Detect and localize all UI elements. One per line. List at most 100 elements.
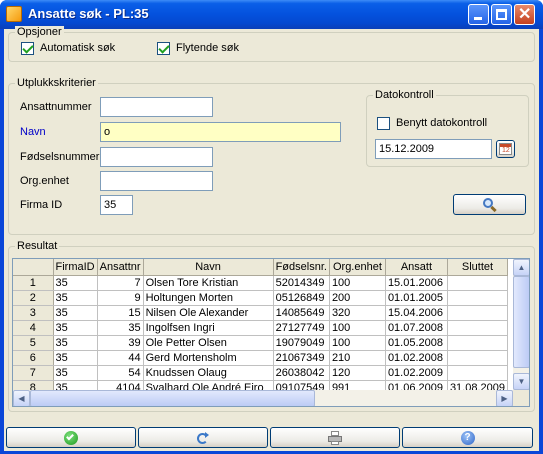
floating-search-checkbox[interactable]: [157, 42, 170, 55]
org-unit-label: Org.enhet: [20, 175, 69, 187]
vertical-scrollbar[interactable]: ▲ ▼: [513, 259, 529, 390]
cell-ended: [447, 365, 509, 381]
table-row[interactable]: 4 35 35 Ingolfsen Ingri 27127749 100 01.07.200…: [13, 320, 509, 336]
cell-hired: 15.01.2006: [385, 275, 448, 291]
table-row[interactable]: 1 35 7 Olsen Tore Kristian 52014349 100 15.01.…: [13, 275, 509, 291]
cell-row-number[interactable]: 1: [13, 275, 54, 291]
column-header-company-id[interactable]: FirmaID: [53, 259, 98, 276]
cell-org-unit: 320: [329, 305, 386, 321]
cell-employee-number: 9: [97, 290, 144, 306]
cell-company-id: 35: [53, 365, 98, 381]
cell-birth-number: 21067349: [273, 350, 330, 366]
cell-company-id: 35: [53, 350, 98, 366]
automatic-search-label[interactable]: Automatisk søk: [40, 42, 115, 55]
ok-button[interactable]: [6, 427, 136, 448]
refresh-icon: [196, 431, 210, 445]
close-button[interactable]: ✕: [514, 4, 535, 25]
cell-birth-number: 52014349: [273, 275, 330, 291]
results-grid[interactable]: FirmaID Ansattnr Navn Fødselsnr. Org.enh…: [12, 258, 530, 407]
cell-row-number[interactable]: 3: [13, 305, 54, 321]
company-id-field[interactable]: 35: [100, 195, 133, 215]
help-icon: ?: [460, 431, 475, 445]
cell-hired: 01.07.2008: [385, 320, 448, 336]
magnifier-icon: [483, 198, 497, 213]
search-button[interactable]: [453, 194, 526, 215]
vertical-scroll-thumb[interactable]: [513, 276, 529, 368]
employee-number-label: Ansattnummer: [20, 101, 92, 113]
cell-row-number[interactable]: 2: [13, 290, 54, 306]
checkmark-icon: [64, 431, 78, 445]
cell-company-id: 35: [53, 335, 98, 351]
cell-name: Knudssen Olaug: [143, 365, 274, 381]
options-group: Opsjoner Automatisk søk Flytende søk: [8, 26, 535, 62]
company-id-label: Firma ID: [20, 199, 63, 211]
column-header-name[interactable]: Navn: [143, 259, 274, 276]
automatic-search-checkbox[interactable]: [21, 42, 34, 55]
scroll-down-icon[interactable]: ▼: [513, 373, 529, 390]
birth-number-field[interactable]: [100, 147, 213, 167]
column-header-row-selector[interactable]: [13, 259, 54, 276]
window-title: Ansatte søk - PL:35: [28, 6, 149, 21]
use-date-control-checkbox[interactable]: [377, 117, 390, 130]
cell-hired: 01.02.2009: [385, 365, 448, 381]
help-button[interactable]: ?: [402, 427, 533, 448]
org-unit-field[interactable]: [100, 171, 213, 191]
column-header-employee-number[interactable]: Ansattnr: [97, 259, 144, 276]
cell-ended: [447, 290, 509, 306]
maximize-button[interactable]: [491, 4, 512, 25]
horizontal-scroll-thumb[interactable]: [30, 390, 315, 406]
cell-employee-number: 54: [97, 365, 144, 381]
name-field[interactable]: o: [100, 122, 341, 142]
app-icon: [6, 6, 22, 22]
cell-org-unit: 100: [329, 335, 386, 351]
cell-ended: [447, 350, 509, 366]
date-field[interactable]: 15.12.2009: [375, 139, 492, 159]
cell-org-unit: 120: [329, 365, 386, 381]
table-row[interactable]: 7 35 54 Knudssen Olaug 26038042 120 01.02.2009: [13, 365, 509, 381]
floating-search-label[interactable]: Flytende søk: [176, 42, 239, 55]
calendar-icon: 12: [499, 143, 512, 155]
cell-name: Ole Petter Olsen: [143, 335, 274, 351]
cell-org-unit: 200: [329, 290, 386, 306]
cell-ended: [447, 305, 509, 321]
cell-row-number[interactable]: 6: [13, 350, 54, 366]
calendar-button[interactable]: 12: [496, 140, 515, 158]
cell-birth-number: 19079049: [273, 335, 330, 351]
table-row[interactable]: 2 35 9 Holtungen Morten 05126849 200 01.01.200…: [13, 290, 509, 306]
employee-number-field[interactable]: [100, 97, 213, 117]
column-header-org-unit[interactable]: Org.enhet: [329, 259, 386, 276]
use-date-control-label[interactable]: Benytt datokontroll: [396, 117, 487, 130]
cell-employee-number: 15: [97, 305, 144, 321]
maximize-icon: [496, 9, 507, 20]
table-row[interactable]: 6 35 44 Gerd Mortensholm 21067349 210 01.02.20…: [13, 350, 509, 366]
scroll-up-icon[interactable]: ▲: [513, 259, 529, 276]
close-icon: ✕: [518, 6, 532, 23]
minimize-button[interactable]: [468, 4, 489, 25]
date-control-legend: Datokontroll: [373, 89, 436, 102]
title-bar[interactable]: Ansatte søk - PL:35 ✕: [0, 0, 543, 29]
scroll-right-icon[interactable]: ▶: [496, 390, 513, 406]
cell-hired: 15.04.2006: [385, 305, 448, 321]
table-row[interactable]: 3 35 15 Nilsen Ole Alexander 14085649 320 15.0…: [13, 305, 509, 321]
table-row[interactable]: 5 35 39 Ole Petter Olsen 19079049 100 01.05.20…: [13, 335, 509, 351]
cell-company-id: 35: [53, 320, 98, 336]
criteria-legend: Utplukkskriterier: [15, 77, 98, 90]
column-header-hired[interactable]: Ansatt: [385, 259, 448, 276]
window-client-area: Opsjoner Automatisk søk Flytende søk Utp…: [4, 26, 539, 451]
scroll-left-icon[interactable]: ◀: [13, 390, 30, 406]
horizontal-scrollbar[interactable]: ◀ ▶: [13, 390, 513, 406]
scrollbar-corner: [513, 390, 529, 406]
refresh-button[interactable]: [138, 427, 268, 448]
cell-ended: [447, 320, 509, 336]
results-table: FirmaID Ansattnr Navn Fødselsnr. Org.enh…: [13, 259, 509, 396]
column-header-birth-number[interactable]: Fødselsnr.: [273, 259, 330, 276]
cell-employee-number: 39: [97, 335, 144, 351]
cell-row-number[interactable]: 7: [13, 365, 54, 381]
printer-icon: [328, 431, 342, 445]
cell-name: Gerd Mortensholm: [143, 350, 274, 366]
cell-row-number[interactable]: 4: [13, 320, 54, 336]
column-header-ended[interactable]: Sluttet: [447, 259, 509, 276]
print-button[interactable]: [270, 427, 400, 448]
cell-row-number[interactable]: 5: [13, 335, 54, 351]
cell-employee-number: 44: [97, 350, 144, 366]
